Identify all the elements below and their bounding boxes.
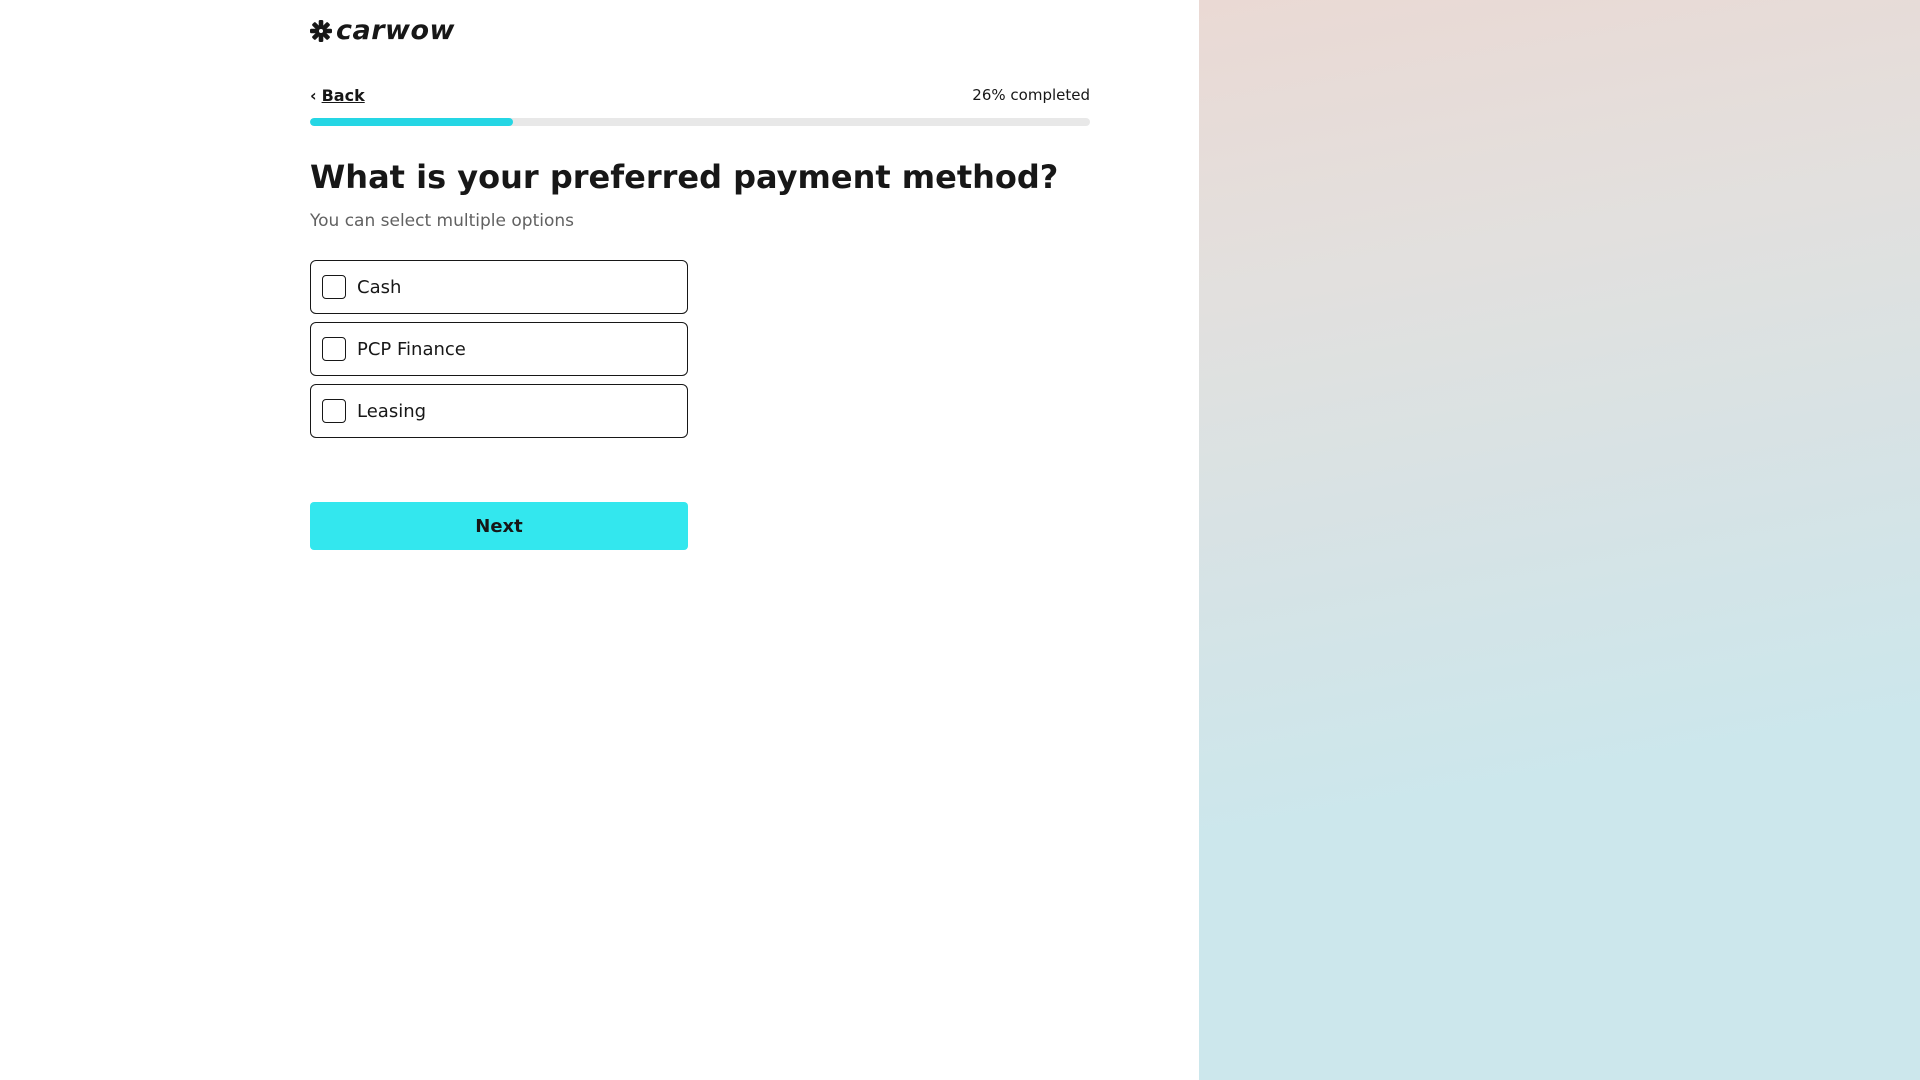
progress-text: 26% completed	[972, 86, 1090, 104]
option-label: Leasing	[357, 400, 427, 422]
payment-options: Cash PCP Finance Leasing	[310, 260, 688, 446]
page: carwow ‹ Back 26% completed What is your…	[0, 0, 1920, 1080]
carwow-asterisk-icon	[310, 20, 332, 42]
carwow-logo[interactable]: carwow	[310, 15, 455, 46]
back-label: Back	[321, 86, 365, 105]
option-label: PCP Finance	[357, 338, 466, 360]
progress-header: ‹ Back 26% completed	[310, 86, 1090, 108]
next-button[interactable]: Next	[310, 502, 688, 550]
back-link[interactable]: ‹ Back	[310, 86, 365, 105]
option-leasing[interactable]: Leasing	[310, 384, 688, 438]
form-panel: carwow ‹ Back 26% completed What is your…	[0, 0, 1199, 1080]
option-cash[interactable]: Cash	[310, 260, 688, 314]
option-label: Cash	[357, 276, 402, 298]
question-title: What is your preferred payment method?	[310, 158, 1059, 196]
checkbox[interactable]	[322, 399, 346, 423]
progress-bar-fill	[310, 118, 513, 126]
option-pcp-finance[interactable]: PCP Finance	[310, 322, 688, 376]
question-hint: You can select multiple options	[310, 211, 574, 231]
decorative-gradient-panel	[1199, 0, 1920, 1080]
progress-bar	[310, 118, 1090, 126]
logo-text: carwow	[336, 15, 455, 46]
chevron-left-icon: ‹	[310, 86, 317, 105]
checkbox[interactable]	[322, 275, 346, 299]
checkbox[interactable]	[322, 337, 346, 361]
